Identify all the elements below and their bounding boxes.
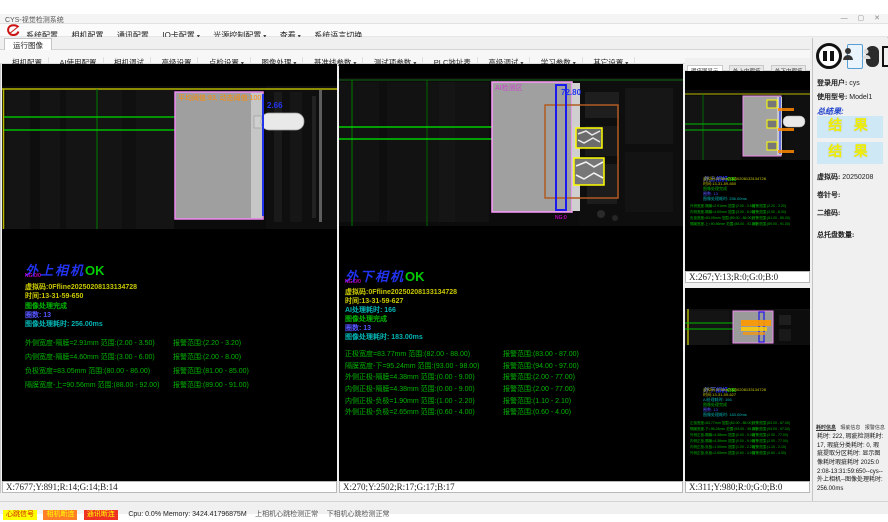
- log-tabs: 耗时信息 瑕疵信息 报警信息: [816, 424, 886, 431]
- switch-user-button[interactable]: [866, 46, 879, 67]
- defect-view-tabs: 瑕疵图显示 外上内瑕疵 外下内瑕疵: [685, 58, 810, 71]
- menu-bar: 系统配置 相机配置 通讯配置 IO卡配置 光源控制配置 查看 系统语言切换: [0, 24, 888, 37]
- tab-running-image[interactable]: 运行图像: [4, 38, 52, 50]
- upper-camera-coords: X:7677;Y:891;R:14;G:14;B:14: [2, 481, 337, 493]
- view-tab-row: 运行图像: [0, 37, 810, 50]
- logout-button[interactable]: [881, 45, 888, 68]
- defect-highlight: [741, 320, 771, 326]
- lower-camera-image[interactable]: AI检测区 72.80 NG:0: [339, 78, 683, 226]
- measurement-row: 内侧正极-隔膜=4.38mm 范围:(0.00 - 9.00)报警范围:(2.0…: [345, 384, 475, 394]
- log-tab-alarm[interactable]: 报警信息: [865, 425, 885, 431]
- measure-value-label: 2.66: [267, 101, 283, 110]
- status-bar: 心跳信号 相机断连 通讯断连 Cpu: 0.0% Memory: 3424.41…: [0, 501, 888, 514]
- upper-camera-thumbnail[interactable]: 外上相机OK 虚拟码:0Ffline20250208133134728 时间:1…: [685, 71, 810, 271]
- measurement-row: 外侧宽度-隔膜=2.91mm 范围:(2.00 - 3.50)报警范围:(2.2…: [25, 338, 155, 348]
- threshold-label: 平均阈值:93, 动态阈值:100: [178, 93, 261, 102]
- title-bar: CYS-视觉检测系统 — ▢ ✕: [0, 14, 888, 24]
- upper-thumb-image: [685, 90, 810, 160]
- defect-box-2: [574, 158, 604, 185]
- log-text[interactable]: 耗时: 222, 瑕疵检测耗时: 17, 瑕疵分类耗时: 0, 瑕疵提取分区耗时…: [817, 433, 884, 494]
- lower-ng-count: NG:0/0: [345, 279, 361, 285]
- tray-count-label: 总托盘数量:: [817, 230, 854, 240]
- log-tab-defect[interactable]: 瑕疵信息: [840, 425, 860, 431]
- door-icon: [883, 47, 888, 66]
- minimize-button[interactable]: —: [841, 15, 852, 22]
- cpu-memory-status: Cpu: 0.0% Memory: 3424.41796875M: [128, 511, 246, 518]
- result-box-lower: 结 果: [817, 142, 883, 164]
- lower-thumb-image: [685, 309, 810, 345]
- user-dark-icon: [860, 49, 873, 59]
- pause-button[interactable]: [816, 43, 842, 69]
- measurement-row: 正极宽度=83.77mm 范围:(82.00 - 88.00)报警范围:(83.…: [345, 349, 470, 359]
- ai-region-rect: [492, 82, 572, 212]
- heartbeat-badge: 心跳信号: [3, 510, 37, 520]
- lower-camera-panel: AI检测区 72.80 NG:0 外下相机OK NG:0/0 虚拟码:0Ffli…: [339, 64, 683, 481]
- measurement-row: 外侧正极-负极=2.65mm 范围:(0.60 - 4.00)报警范围:(0.6…: [345, 407, 475, 417]
- app-window: CYS-视觉检测系统 — ▢ ✕ 系统配置 相机配置 通讯配置 IO卡配置 光源…: [0, 0, 888, 522]
- measurement-row: 内侧正极-负极=1.90mm 范围:(1.00 - 2.20)报警范围:(1.1…: [345, 396, 475, 406]
- ng-small-label: NG:0: [555, 215, 567, 221]
- virtual-code-row: 虚拟码: 20250208: [817, 172, 873, 182]
- login-user-row: 登录用户: cys: [817, 78, 860, 88]
- bright-slit: [319, 90, 322, 222]
- sidebar: 登录用户: cys 使用型号: Model1 总结果: 结 果 结 果 虚拟码:…: [812, 38, 888, 501]
- cable-connector: [783, 116, 805, 127]
- comm-disconnect-badge: 通讯断连: [84, 510, 118, 520]
- camera-disconnect-badge: 相机断连: [43, 510, 77, 520]
- measurement-row: 外侧正极-隔膜=4.38mm 范围:(0.00 - 9.00)报警范围:(2.0…: [345, 372, 475, 382]
- cable-connector: [261, 113, 304, 130]
- user-icon: [841, 48, 855, 60]
- upper-camera-panel: 平均阈值:93, 动态阈值:100 2.66 外上相机OK NG:0/0 虚拟码…: [2, 64, 337, 481]
- lower-elapsed: 图像处理耗时: 183.00ms: [345, 332, 423, 342]
- measurement-row: 内侧宽度-隔膜=4.60mm 范围:(3.00 - 6.00)报警范围:(2.0…: [25, 352, 155, 362]
- defect-box-1: [576, 128, 602, 148]
- lower-camera-coords: X:270;Y:2502;R:17;G:17;B:17: [339, 481, 683, 493]
- model-row: 使用型号: Model1: [817, 92, 872, 102]
- upper-camera-image[interactable]: 平均阈值:93, 动态阈值:100 2.66: [2, 86, 337, 229]
- virtual-code-value: 20250208: [842, 174, 873, 181]
- model-value: Model1: [849, 94, 872, 101]
- pause-icon: [823, 51, 827, 61]
- log-tab-elapsed[interactable]: 耗时信息: [816, 425, 836, 431]
- upper-ng-count: NG:0/0: [25, 273, 41, 279]
- measurement-row: 负极宽度=83.05mm 范围:(80.00 - 86.00)报警范围:(81.…: [25, 366, 150, 376]
- lower-strip: [0, 493, 812, 501]
- result-box-upper: 结 果: [817, 116, 883, 138]
- login-user-value: cys: [849, 80, 860, 87]
- upper-camera-heartbeat-status: 上相机心跳检测正常: [255, 509, 318, 519]
- roi-rect: [175, 92, 263, 219]
- lower-camera-thumbnail[interactable]: 外下相机OK 虚拟码:0Ffline20250208133134728 时间:1…: [685, 288, 810, 481]
- measurement-row: 隔膜宽度-上=90.56mm 范围:(88.00 - 92.00)报警范围:(8…: [25, 380, 159, 390]
- maximize-button[interactable]: ▢: [858, 15, 869, 22]
- ai-region-label: AI检测区: [495, 83, 523, 92]
- measurement-row: 隔膜宽度-下=95.24mm 范围:(93.00 - 98.00)报警范围:(9…: [345, 361, 479, 371]
- lower-camera-heartbeat-status: 下相机心跳检测正常: [327, 509, 390, 519]
- needle-number-label: 卷针号:: [817, 190, 840, 200]
- upper-thumb-elapsed: 图像处理耗时: 256.00ms: [703, 196, 821, 202]
- upper-time: 时间:13-31-59-650: [25, 291, 83, 301]
- app-logo-icon: [6, 24, 21, 37]
- measure-value-label: 72.80: [561, 88, 582, 97]
- upper-thumb-coords: X:267;Y:13;R:0;G:0;B:0: [685, 271, 810, 283]
- lower-thumb-elapsed: 图像处理耗时: 183.00ms: [703, 412, 821, 418]
- lower-thumb-coords: X:311;Y:980;R:0;G:0;B:0: [685, 481, 810, 493]
- upper-elapsed: 图像处理耗时: 256.00ms: [25, 319, 103, 329]
- qr-code-label: 二维码:: [817, 208, 840, 218]
- close-button[interactable]: ✕: [874, 15, 884, 22]
